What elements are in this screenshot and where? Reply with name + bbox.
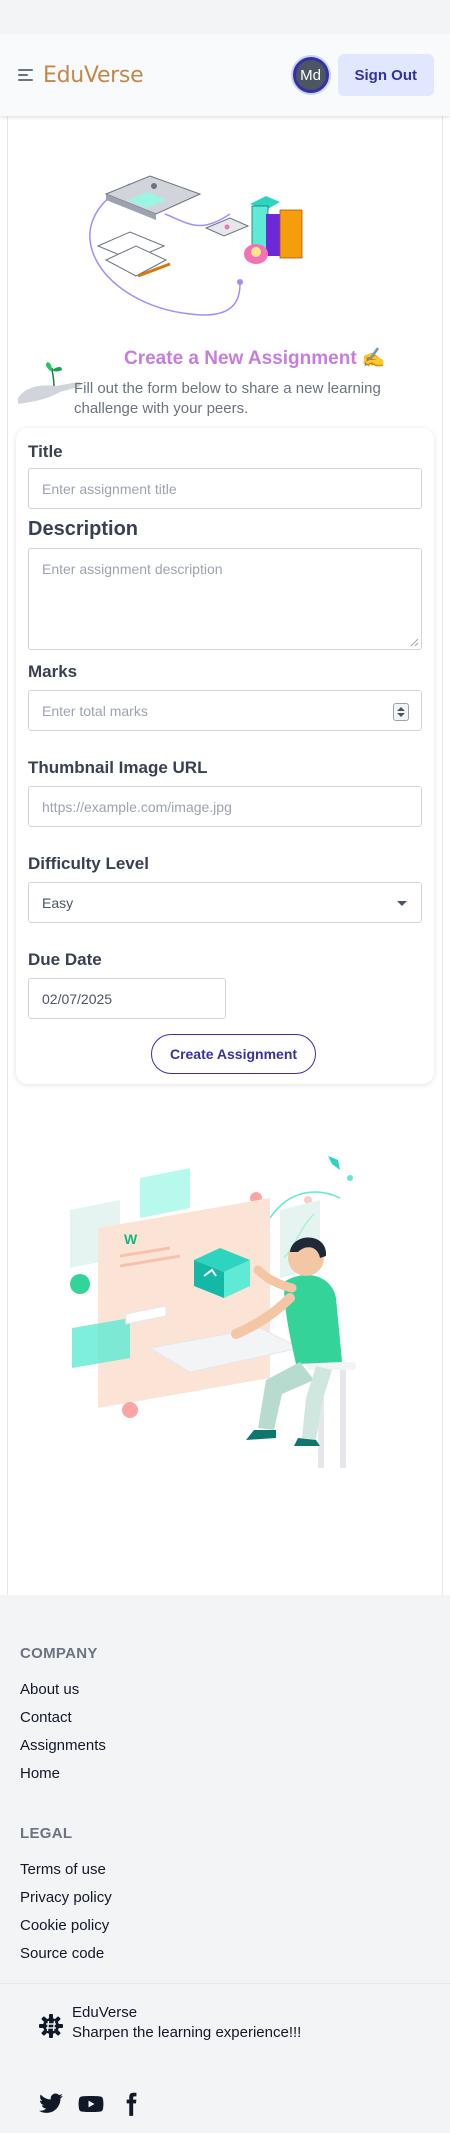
twitter-icon[interactable] <box>38 2091 64 2117</box>
page-title: Create a New Assignment ✍️ <box>124 348 386 369</box>
footer-link-terms[interactable]: Terms of use <box>20 1861 106 1878</box>
marks-input[interactable]: Enter total marks <box>28 690 422 731</box>
chevron-down-icon <box>397 901 407 906</box>
hashtag-gear-icon <box>39 2014 63 2038</box>
thumbnail-placeholder: https://example.com/image.jpg <box>42 798 232 815</box>
difficulty-value: Easy <box>42 894 74 911</box>
assignment-form: Title Enter assignment title Description… <box>16 428 434 1084</box>
title-input[interactable]: Enter assignment title <box>28 468 422 509</box>
sign-out-button[interactable]: Sign Out <box>337 54 434 96</box>
due-date-input[interactable]: 02/07/2025 <box>28 978 226 1019</box>
footer-link-cookie[interactable]: Cookie policy <box>20 1917 109 1934</box>
brand-logo[interactable]: EduVerse <box>43 63 144 88</box>
navbar-actions: Md Sign Out <box>292 54 434 96</box>
hero-illustration <box>89 175 303 316</box>
due-date-value: 02/07/2025 <box>42 990 113 1007</box>
create-assignment-button[interactable]: Create Assignment <box>151 1034 316 1074</box>
footer-link-about[interactable]: About us <box>20 1681 79 1698</box>
navbar: EduVerse Md Sign Out <box>0 34 450 116</box>
description-placeholder: Enter assignment description <box>42 561 223 577</box>
number-stepper-icon[interactable] <box>393 703 409 721</box>
footer-divider <box>0 1983 450 1984</box>
resize-handle-icon[interactable] <box>410 638 419 647</box>
footer-brand-name: EduVerse <box>72 2004 138 2021</box>
footer: COMPANY About us Contact Assignments Hom… <box>0 1595 450 2133</box>
description-label: Description <box>28 518 139 540</box>
marks-label: Marks <box>28 662 78 681</box>
svg-text:W: W <box>124 1231 138 1247</box>
difficulty-label: Difficulty Level <box>28 854 149 873</box>
avatar[interactable]: Md <box>292 57 329 93</box>
footer-link-source[interactable]: Source code <box>20 1945 104 1962</box>
legal-heading: LEGAL <box>20 1825 73 1842</box>
title-label: Title <box>28 442 63 461</box>
due-date-label: Due Date <box>28 950 102 969</box>
person-at-computer-illustration: W <box>70 1156 356 1468</box>
footer-link-assignments[interactable]: Assignments <box>20 1737 106 1754</box>
facebook-icon[interactable] <box>118 2091 144 2117</box>
thumbnail-url-input[interactable]: https://example.com/image.jpg <box>28 786 422 827</box>
youtube-icon[interactable] <box>78 2091 104 2117</box>
main-content: Create a New Assignment ✍️ Fill out the … <box>7 116 443 1595</box>
top-gap <box>0 0 450 34</box>
footer-brand: EduVerse Sharpen the learning experience… <box>72 2003 301 2043</box>
page-subtitle: Fill out the form below to share a new l… <box>74 380 381 417</box>
thumbnail-label: Thumbnail Image URL <box>28 758 208 777</box>
title-placeholder: Enter assignment title <box>42 480 177 497</box>
difficulty-select[interactable]: Easy <box>28 882 422 923</box>
footer-link-home[interactable]: Home <box>20 1765 60 1782</box>
footer-link-privacy[interactable]: Privacy policy <box>20 1889 112 1906</box>
marks-placeholder: Enter total marks <box>42 702 148 719</box>
menu-icon[interactable] <box>18 69 33 81</box>
footer-link-contact[interactable]: Contact <box>20 1709 72 1726</box>
company-heading: COMPANY <box>20 1645 98 1662</box>
description-textarea[interactable]: Enter assignment description <box>28 548 422 650</box>
footer-tagline: Sharpen the learning experience!!! <box>72 2024 302 2041</box>
